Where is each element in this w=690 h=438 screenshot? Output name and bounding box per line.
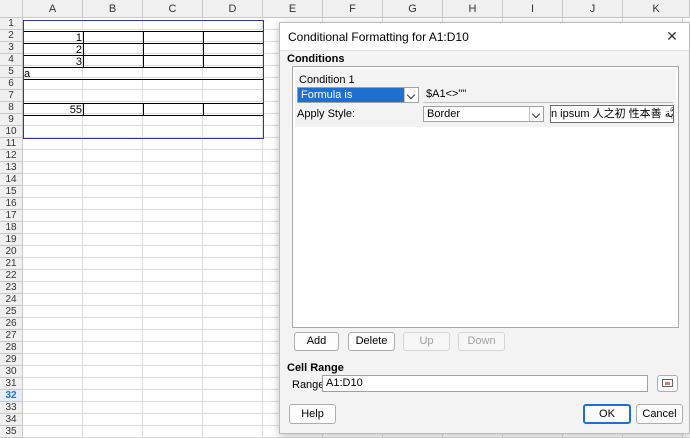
row-header-26[interactable]: 26	[0, 318, 23, 330]
selection-range-a1-d10	[23, 20, 264, 139]
range-select-icon	[662, 379, 673, 387]
chevron-down-icon[interactable]	[404, 88, 418, 102]
formula-input[interactable]: $A1<>""	[423, 87, 673, 103]
column-header-b[interactable]: B	[83, 0, 143, 18]
condition-label: Condition 1	[299, 74, 355, 86]
column-header-j[interactable]: J	[563, 0, 623, 18]
add-condition-button[interactable]: Add	[294, 332, 339, 351]
chevron-down-icon[interactable]	[529, 107, 543, 121]
move-up-button[interactable]: Up	[403, 332, 450, 351]
cell-range-heading: Cell Range	[287, 362, 344, 374]
select-all-corner[interactable]	[0, 0, 23, 18]
row-header-11[interactable]: 11	[0, 138, 23, 150]
row-header-33[interactable]: 33	[0, 402, 23, 414]
row-header-28[interactable]: 28	[0, 342, 23, 354]
row-header-19[interactable]: 19	[0, 234, 23, 246]
row-header-2[interactable]: 2	[0, 30, 23, 42]
shrink-range-button[interactable]	[657, 375, 678, 392]
row-header-14[interactable]: 14	[0, 174, 23, 186]
row-header-17[interactable]: 17	[0, 210, 23, 222]
delete-condition-button[interactable]: Delete	[348, 332, 395, 351]
conditions-list[interactable]: Condition 1 Formula is $A1<>"" Apply Sty…	[292, 66, 679, 328]
row-header-22[interactable]: 22	[0, 270, 23, 282]
row-header-12[interactable]: 12	[0, 150, 23, 162]
row-header-32[interactable]: 32	[0, 390, 23, 402]
condition-type-value: Formula is	[301, 89, 353, 101]
apply-style-select[interactable]: Border	[423, 106, 544, 122]
row-header-6[interactable]: 6	[0, 78, 23, 90]
row-header-4[interactable]: 4	[0, 54, 23, 66]
style-preview: n ipsum 人之初 性本善 ﻿يَّة	[550, 105, 674, 123]
row-header-9[interactable]: 9	[0, 114, 23, 126]
row-header-13[interactable]: 13	[0, 162, 23, 174]
ok-button[interactable]: OK	[583, 404, 631, 424]
help-button[interactable]: Help	[289, 404, 336, 424]
move-down-button[interactable]: Down	[458, 332, 505, 351]
column-header-g[interactable]: G	[383, 0, 443, 18]
dialog-titlebar[interactable]: Conditional Formatting for A1:D10 ✕	[280, 23, 689, 51]
range-input[interactable]: A1:D10	[322, 375, 648, 392]
row-header-10[interactable]: 10	[0, 126, 23, 138]
conditional-formatting-dialog: Conditional Formatting for A1:D10 ✕ Cond…	[279, 22, 690, 434]
column-header-d[interactable]: D	[203, 0, 263, 18]
column-header-a[interactable]: A	[23, 0, 83, 18]
row-header-21[interactable]: 21	[0, 258, 23, 270]
column-header-i[interactable]: I	[503, 0, 563, 18]
row-header-16[interactable]: 16	[0, 198, 23, 210]
row-header-35[interactable]: 35	[0, 426, 23, 438]
row-header-5[interactable]: 5	[0, 66, 23, 78]
close-icon[interactable]: ✕	[663, 27, 681, 45]
row-header-8[interactable]: 8	[0, 102, 23, 114]
row-header-34[interactable]: 34	[0, 414, 23, 426]
dialog-title: Conditional Formatting for A1:D10	[288, 30, 469, 44]
row-header-27[interactable]: 27	[0, 330, 23, 342]
row-header-20[interactable]: 20	[0, 246, 23, 258]
row-header-15[interactable]: 15	[0, 186, 23, 198]
row-header-25[interactable]: 25	[0, 306, 23, 318]
row-header-18[interactable]: 18	[0, 222, 23, 234]
condition-entry[interactable]: Condition 1 Formula is $A1<>"" Apply Sty…	[295, 69, 676, 127]
column-header-f[interactable]: F	[323, 0, 383, 18]
cancel-button[interactable]: Cancel	[636, 404, 683, 424]
condition-type-select[interactable]: Formula is	[297, 87, 419, 103]
column-header-e[interactable]: E	[263, 0, 323, 18]
row-header-31[interactable]: 31	[0, 378, 23, 390]
column-header-c[interactable]: C	[143, 0, 203, 18]
row-header-24[interactable]: 24	[0, 294, 23, 306]
column-header-k[interactable]: K	[623, 0, 690, 18]
row-header-1[interactable]: 1	[0, 18, 23, 30]
conditions-heading: Conditions	[287, 53, 345, 65]
apply-style-value: Border	[427, 108, 461, 120]
apply-style-label: Apply Style:	[297, 108, 356, 120]
row-header-30[interactable]: 30	[0, 366, 23, 378]
column-header-h[interactable]: H	[443, 0, 503, 18]
row-header-23[interactable]: 23	[0, 282, 23, 294]
row-header-29[interactable]: 29	[0, 354, 23, 366]
row-header-7[interactable]: 7	[0, 90, 23, 102]
row-header-3[interactable]: 3	[0, 42, 23, 54]
